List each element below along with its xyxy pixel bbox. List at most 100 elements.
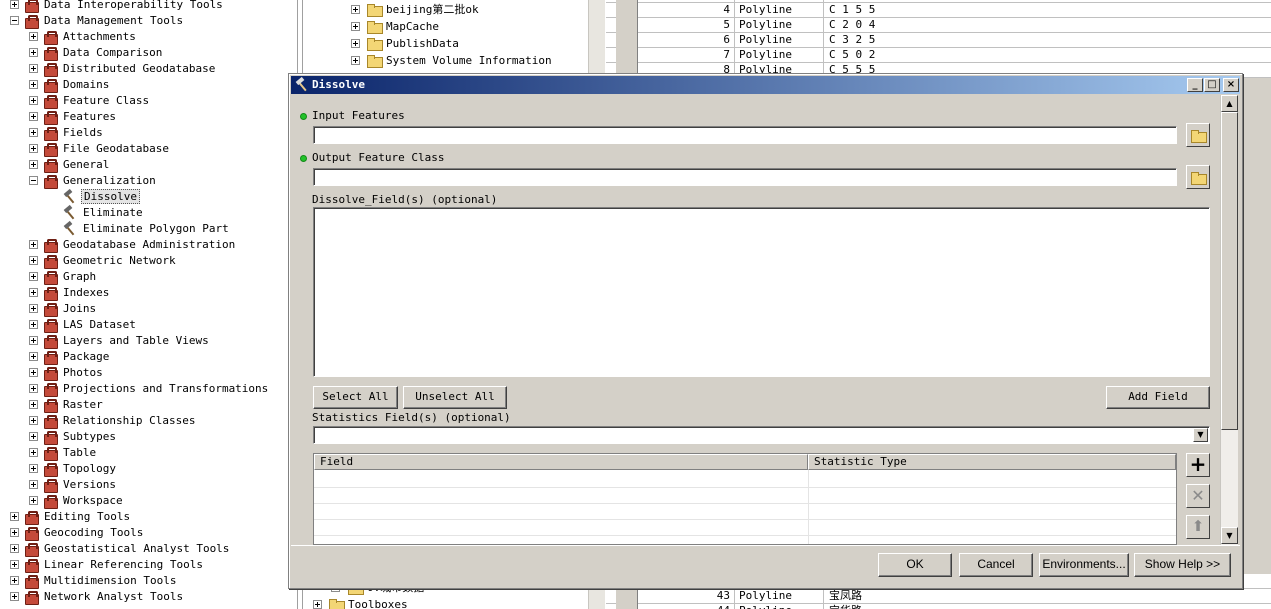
row-selector[interactable]: [616, 48, 638, 63]
tree-item-toolbox[interactable]: Layers and Table Views: [0, 333, 297, 349]
expand-plus-icon[interactable]: [29, 64, 38, 73]
expand-plus-icon[interactable]: [29, 448, 38, 457]
tree-item-toolbox[interactable]: Indexes: [0, 285, 297, 301]
expand-plus-icon[interactable]: [29, 160, 38, 169]
expand-plus-icon[interactable]: [29, 320, 38, 329]
tree-item-toolbox[interactable]: Generalization: [0, 173, 297, 189]
tree-item-toolbox[interactable]: Graph: [0, 269, 297, 285]
expand-plus-icon[interactable]: [10, 592, 19, 601]
expand-plus-icon[interactable]: [29, 48, 38, 57]
output-feature-class-field[interactable]: [313, 168, 1177, 186]
expand-plus-icon[interactable]: [29, 304, 38, 313]
row-selector[interactable]: [616, 33, 638, 48]
tree-item-tool[interactable]: Eliminate: [0, 205, 297, 221]
tree-item-toolbox[interactable]: Geocoding Tools: [0, 525, 297, 541]
tree-item-toolbox[interactable]: Fields: [0, 125, 297, 141]
expand-plus-icon[interactable]: [29, 368, 38, 377]
expand-plus-icon[interactable]: [29, 416, 38, 425]
tree-item-tool[interactable]: Eliminate Polygon Part: [0, 221, 297, 237]
ok-button[interactable]: OK: [878, 553, 952, 577]
tree-item-toolbox[interactable]: Projections and Transformations: [0, 381, 297, 397]
expand-plus-icon[interactable]: [29, 384, 38, 393]
close-button[interactable]: ×: [1223, 78, 1239, 92]
expand-plus-icon[interactable]: [10, 544, 19, 553]
collapse-minus-icon[interactable]: [10, 16, 19, 25]
tree-item-toolbox[interactable]: Geodatabase Administration: [0, 237, 297, 253]
table-row[interactable]: 4 Polyline C 1 5 5: [606, 3, 1271, 18]
expand-plus-icon[interactable]: [29, 240, 38, 249]
expand-plus-icon[interactable]: [351, 5, 360, 14]
maximize-button[interactable]: □: [1204, 78, 1220, 92]
tree-item-toolbox[interactable]: Linear Referencing Tools: [0, 557, 297, 573]
tree-item-toolbox[interactable]: Topology: [0, 461, 297, 477]
tree-item-folder[interactable]: PublishData: [303, 36, 587, 52]
table-row[interactable]: 43 Polyline 宝凤路: [606, 589, 1271, 604]
tree-item-toolbox[interactable]: LAS Dataset: [0, 317, 297, 333]
tree-item-toolbox[interactable]: Editing Tools: [0, 509, 297, 525]
expand-plus-icon[interactable]: [29, 128, 38, 137]
tree-item-folder[interactable]: MapCache: [303, 19, 587, 35]
scroll-thumb[interactable]: [1221, 112, 1238, 430]
scroll-down-arrow-icon[interactable]: ▼: [1221, 527, 1238, 544]
tree-item-toolbox[interactable]: General: [0, 157, 297, 173]
expand-plus-icon[interactable]: [29, 336, 38, 345]
tree-item-toolbox[interactable]: File Geodatabase: [0, 141, 297, 157]
expand-plus-icon[interactable]: [29, 96, 38, 105]
table-row[interactable]: 44Polyline宝华路: [606, 604, 1271, 609]
tree-item-toolbox[interactable]: Data Interoperability Tools: [0, 0, 297, 13]
expand-plus-icon[interactable]: [29, 400, 38, 409]
tree-item-toolbox[interactable]: Data Comparison: [0, 45, 297, 61]
expand-plus-icon[interactable]: [29, 256, 38, 265]
scroll-up-arrow-icon[interactable]: ▲: [1221, 95, 1238, 112]
table-row[interactable]: 5 Polyline C 2 0 4: [606, 18, 1271, 33]
row-selector[interactable]: [616, 18, 638, 33]
tree-item-toolbox[interactable]: Features: [0, 109, 297, 125]
tree-item-toolbox[interactable]: Geostatistical Analyst Tools: [0, 541, 297, 557]
expand-plus-icon[interactable]: [10, 528, 19, 537]
remove-row-button[interactable]: ✕: [1186, 484, 1210, 508]
expand-plus-icon[interactable]: [29, 112, 38, 121]
input-features-browse-button[interactable]: [1186, 123, 1210, 147]
expand-plus-icon[interactable]: [10, 512, 19, 521]
tree-item-toolbox[interactable]: Table: [0, 445, 297, 461]
tree-item-toolbox[interactable]: Raster: [0, 397, 297, 413]
statistics-grid[interactable]: Field Statistic Type: [313, 453, 1177, 545]
tree-item-toolbox[interactable]: Geometric Network: [0, 253, 297, 269]
unselect-all-button[interactable]: Unselect All: [403, 386, 507, 409]
tree-item-toolbox[interactable]: Photos: [0, 365, 297, 381]
dissolve-fields-list[interactable]: [313, 207, 1210, 377]
tree-item-toolbox[interactable]: Package: [0, 349, 297, 365]
table-row[interactable]: 6 Polyline C 3 2 5: [606, 33, 1271, 48]
expand-plus-icon[interactable]: [29, 288, 38, 297]
expand-plus-icon[interactable]: [29, 272, 38, 281]
expand-plus-icon[interactable]: [29, 464, 38, 473]
row-selector[interactable]: [616, 604, 638, 609]
dropdown-arrow-icon[interactable]: ▼: [1193, 428, 1208, 442]
expand-plus-icon[interactable]: [10, 0, 19, 9]
row-selector[interactable]: [616, 589, 638, 604]
expand-plus-icon[interactable]: [351, 22, 360, 31]
expand-plus-icon[interactable]: [29, 32, 38, 41]
tree-item-toolbox[interactable]: Joins: [0, 301, 297, 317]
table-row[interactable]: 7 Polyline C 5 0 2: [606, 48, 1271, 63]
tree-item-toolbox[interactable]: Data Management Tools: [0, 13, 297, 29]
tree-item-toolbox[interactable]: Domains: [0, 77, 297, 93]
expand-plus-icon[interactable]: [351, 56, 360, 65]
tree-item-toolbox[interactable]: Network Analyst Tools: [0, 589, 297, 605]
expand-plus-icon[interactable]: [29, 480, 38, 489]
expand-plus-icon[interactable]: [29, 496, 38, 505]
tree-item-toolbox[interactable]: Feature Class: [0, 93, 297, 109]
select-all-button[interactable]: Select All: [313, 386, 398, 409]
collapse-minus-icon[interactable]: [29, 176, 38, 185]
expand-plus-icon[interactable]: [29, 144, 38, 153]
tree-item-toolbox[interactable]: Relationship Classes: [0, 413, 297, 429]
toolbox-tree-panel[interactable]: Data Interoperability Tools Data Manageme…: [0, 0, 298, 609]
tree-item-folder[interactable]: Toolboxes: [303, 597, 587, 609]
row-selector[interactable]: [616, 3, 638, 18]
move-up-button[interactable]: ⬆: [1186, 515, 1210, 539]
tree-item-folder[interactable]: beijing第二批ok: [303, 2, 587, 18]
tree-item-toolbox[interactable]: Distributed Geodatabase: [0, 61, 297, 77]
dialog-scrollbar[interactable]: ▲ ▼: [1220, 95, 1238, 545]
output-feature-class-browse-button[interactable]: [1186, 165, 1210, 189]
expand-plus-icon[interactable]: [10, 576, 19, 585]
